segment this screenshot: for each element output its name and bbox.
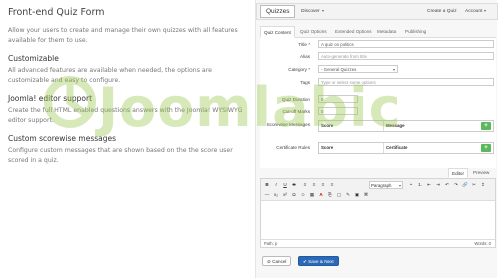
- underline-icon[interactable]: U: [281, 181, 289, 189]
- title-input[interactable]: A quiz on politics: [318, 40, 494, 48]
- save-next-label: Save & Next: [308, 259, 334, 264]
- title-label: Title *: [298, 42, 310, 47]
- editor-toolbar: B I U S ≡ ≡ ≡ ≡ Paragraph • 1. ⇤ ⇥ ↶ ↷ 🔗…: [261, 179, 495, 201]
- tab-preview[interactable]: Preview: [470, 168, 492, 178]
- account-menu[interactable]: Account: [465, 4, 487, 19]
- text-color-icon[interactable]: A: [317, 191, 325, 199]
- redo-icon[interactable]: ↷: [452, 181, 460, 189]
- horizontal-rule-icon[interactable]: —: [263, 191, 271, 199]
- align-center-icon[interactable]: ≡: [310, 181, 318, 189]
- italic-icon[interactable]: I: [272, 181, 280, 189]
- score-column-header: Score: [321, 145, 334, 150]
- copy-icon[interactable]: ⎘: [326, 191, 334, 199]
- tab-extended-options[interactable]: Extended Options: [332, 26, 375, 38]
- category-select[interactable]: - General Quizzes: [318, 65, 398, 73]
- account-label: Account: [465, 9, 483, 14]
- chevron-down-icon: [393, 69, 395, 71]
- table-icon[interactable]: ▦: [308, 191, 316, 199]
- add-certificate-button[interactable]: +: [481, 144, 491, 152]
- intro-text: Allow your users to create and manage th…: [8, 27, 238, 44]
- paragraph-format-value: Paragraph: [371, 183, 392, 188]
- media-icon[interactable]: ▣: [353, 191, 361, 199]
- image-icon[interactable]: ▢: [335, 191, 343, 199]
- indent-icon[interactable]: ⇥: [434, 181, 442, 189]
- cancel-button[interactable]: ⊘ Cancel: [262, 256, 292, 266]
- save-next-button[interactable]: ✔ Save & Next: [298, 256, 339, 266]
- superscript-icon[interactable]: x²: [281, 191, 289, 199]
- bold-icon[interactable]: B: [263, 181, 271, 189]
- chevron-down-icon: [321, 9, 324, 12]
- tab-quiz-options[interactable]: Quiz Options: [297, 26, 330, 38]
- quiz-form-panel: Quizzes Discover Create a Quiz Account Q…: [255, 0, 498, 278]
- wysiwyg-editor[interactable]: B I U S ≡ ≡ ≡ ≡ Paragraph • 1. ⇤ ⇥ ↶ ↷ 🔗…: [260, 178, 496, 248]
- page-title: Front-end Quiz Form: [8, 7, 105, 18]
- special-char-icon[interactable]: Ω: [290, 191, 298, 199]
- section-text-messages: Configure custom messages that are shown…: [8, 147, 233, 164]
- certificate-label: Certificate Rules: [276, 145, 310, 150]
- create-quiz-link[interactable]: Create a Quiz: [427, 4, 457, 19]
- brand-button[interactable]: Quizzes: [260, 5, 296, 18]
- undo-icon[interactable]: ↶: [443, 181, 451, 189]
- editor-statusbar: Path: p Words: 0: [261, 239, 495, 247]
- emoticon-icon[interactable]: ☺: [299, 191, 307, 199]
- chevron-down-icon: [399, 185, 401, 187]
- section-heading-customizable: Customizable: [8, 54, 59, 63]
- tab-metadata[interactable]: Metadata: [374, 26, 399, 38]
- align-left-icon[interactable]: ≡: [301, 181, 309, 189]
- editor-path: Path: p: [264, 241, 278, 246]
- paragraph-format-select[interactable]: Paragraph: [369, 181, 403, 189]
- category-value: - General Quizzes: [321, 67, 357, 72]
- unlink-icon[interactable]: ✂: [470, 181, 478, 189]
- bullet-list-icon[interactable]: •: [407, 181, 415, 189]
- subscript-icon[interactable]: x₂: [272, 191, 280, 199]
- word-count: Words: 0: [474, 241, 491, 246]
- certificate-column-header: Certificate: [386, 145, 408, 150]
- outdent-icon[interactable]: ⇤: [425, 181, 433, 189]
- align-justify-icon[interactable]: ≡: [328, 181, 336, 189]
- alias-label: Alias: [300, 54, 310, 59]
- source-code-icon[interactable]: ⌘: [362, 191, 370, 199]
- certificate-rules-table: Score Certificate +: [318, 142, 494, 154]
- watermark-text: Joomlabic: [98, 76, 402, 139]
- form-tabs: Quiz Content Quiz Options Extended Optio…: [260, 26, 496, 38]
- tab-publishing[interactable]: Publishing: [402, 26, 429, 38]
- category-label: Category *: [288, 67, 310, 72]
- tab-editor[interactable]: Editor: [448, 168, 469, 178]
- add-scorewise-button[interactable]: +: [481, 122, 491, 130]
- alias-input[interactable]: Auto-generate from title: [318, 52, 494, 60]
- discover-menu[interactable]: Discover: [301, 4, 324, 19]
- link-icon[interactable]: 🔗: [461, 181, 469, 189]
- strikethrough-icon[interactable]: S: [290, 181, 298, 189]
- edit-icon[interactable]: ✎: [344, 191, 352, 199]
- joomlabic-logo-icon: [44, 76, 96, 128]
- discover-label: Discover: [301, 9, 320, 14]
- align-right-icon[interactable]: ≡: [319, 181, 327, 189]
- cancel-label: Cancel: [272, 259, 287, 264]
- chevron-down-icon: [484, 9, 487, 12]
- top-navbar: Quizzes Discover Create a Quiz Account: [256, 3, 498, 20]
- editor-tabs: Editor Preview: [260, 168, 496, 178]
- anchor-icon[interactable]: ↥: [479, 181, 487, 189]
- numbered-list-icon[interactable]: 1.: [416, 181, 424, 189]
- tab-quiz-content[interactable]: Quiz Content: [260, 26, 295, 38]
